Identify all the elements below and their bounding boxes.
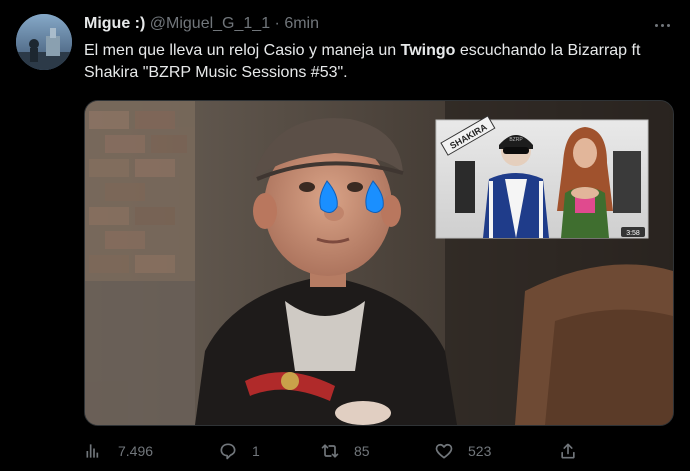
author-name[interactable]: Migue :): [84, 15, 145, 32]
tweet-header: Migue :) @Miguel_G_1_1 · 6min: [84, 15, 319, 33]
tweet-text: El men que lleva un reloj Casio y maneja…: [84, 40, 674, 84]
views-button[interactable]: 7.496: [84, 436, 153, 466]
more-horizontal-icon[interactable]: [650, 14, 674, 36]
tweet-actions: 7.496 1 85 523: [84, 436, 584, 466]
retweet-count: 85: [354, 443, 370, 459]
share-icon: [561, 443, 575, 459]
brick-wall: [85, 101, 195, 425]
meme-image: SHAKIRA BZRP 3:58: [85, 101, 673, 425]
share-button[interactable]: [558, 436, 578, 466]
author-handle[interactable]: @Miguel_G_1_1: [150, 15, 270, 32]
heart-icon: [435, 443, 453, 459]
tweet[interactable]: Migue :) @Miguel_G_1_1 · 6min El men que…: [0, 0, 690, 471]
avatar-image: [16, 14, 72, 70]
tweet-media[interactable]: SHAKIRA BZRP 3:58: [84, 100, 674, 426]
inset-duration: 3:58: [626, 230, 640, 237]
inset-video-thumbnail: SHAKIRA BZRP 3:58: [435, 115, 649, 239]
avatar[interactable]: [16, 14, 72, 70]
reply-count: 1: [252, 443, 260, 459]
reply-button[interactable]: 1: [218, 436, 260, 466]
bar-chart-icon: [86, 444, 99, 458]
retweet-button[interactable]: 85: [320, 436, 370, 466]
retweet-icon: [321, 444, 339, 458]
separator-dot: ·: [274, 15, 280, 32]
tweet-timestamp[interactable]: 6min: [284, 15, 319, 32]
inset-cap-text: BZRP: [509, 137, 523, 143]
like-button[interactable]: 523: [434, 436, 491, 466]
reply-bubble-icon: [220, 443, 236, 460]
tweet-text-part1: El men que lleva un reloj Casio y maneja…: [84, 42, 401, 59]
views-count: 7.496: [118, 443, 154, 459]
tweet-text-bold: Twingo: [400, 42, 456, 59]
like-count: 523: [468, 443, 492, 459]
